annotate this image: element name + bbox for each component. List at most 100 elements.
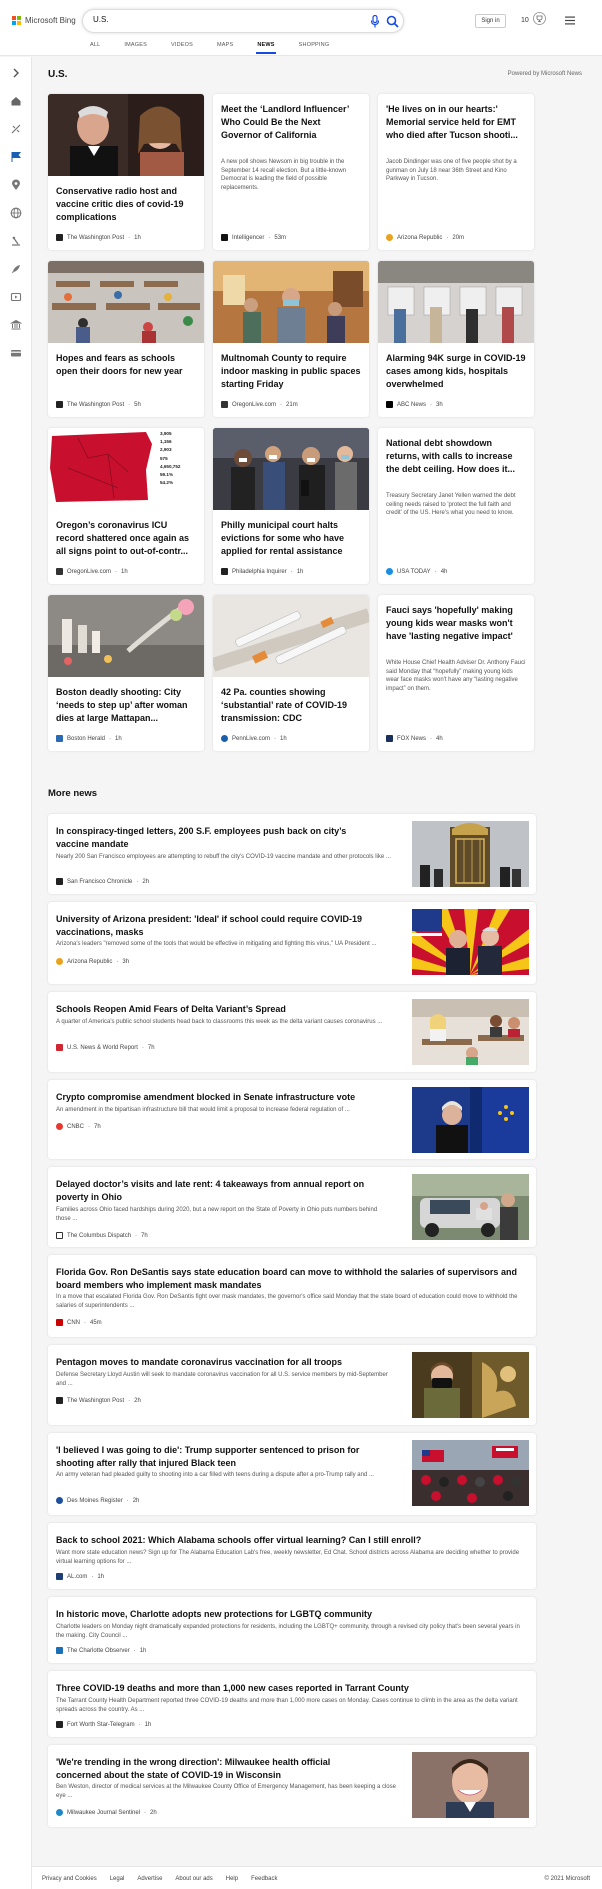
news-title[interactable]: Back to school 2021: Which Alabama schoo… — [56, 1534, 526, 1547]
card-title[interactable]: Meet the ‘Landlord Influencer’ Who Could… — [221, 103, 361, 142]
powered-by-label[interactable]: Powered by Microsoft News — [508, 71, 582, 77]
news-title[interactable]: University of Arizona president: 'Ideal'… — [56, 913, 396, 939]
science-icon[interactable] — [10, 235, 22, 247]
source-name: Des Moines Register — [67, 1497, 123, 1504]
news-card[interactable]: Multnomah County to require indoor maski… — [213, 261, 369, 417]
footer-link-advertise[interactable]: Advertise — [137, 1876, 162, 1882]
card-title[interactable]: Oregon’s coronavirus ICU record shattere… — [56, 519, 196, 558]
footer-link-legal[interactable]: Legal — [110, 1876, 125, 1882]
news-card[interactable]: Boston deadly shooting: City ‘needs to s… — [48, 595, 204, 751]
card-title[interactable]: Multnomah County to require indoor maski… — [221, 352, 361, 391]
source-name: The Washington Post — [67, 1397, 125, 1404]
expand-chevron-icon[interactable] — [10, 67, 22, 79]
news-title[interactable]: Three COVID-19 deaths and more than 1,00… — [56, 1682, 526, 1695]
news-card[interactable]: 42 Pa. counties showing ‘substantial’ ra… — [213, 595, 369, 751]
card-time: 5h — [134, 401, 141, 408]
news-list-item[interactable]: Crypto compromise amendment blocked in S… — [48, 1080, 536, 1159]
tab-images[interactable]: IMAGES — [124, 42, 147, 48]
news-title[interactable]: Schools Reopen Amid Fears of Delta Varia… — [56, 1003, 396, 1016]
source-logo-icon — [386, 568, 393, 575]
hamburger-menu-icon[interactable] — [565, 16, 575, 25]
sidebar — [0, 57, 32, 1889]
news-title[interactable]: In conspiracy-tinged letters, 200 S.F. e… — [56, 825, 376, 851]
news-card[interactable]: 3,905 1,156 2,903 575 4,650,752 59.1% 54… — [48, 428, 204, 584]
rewards-points[interactable]: 10 — [521, 17, 529, 24]
discover-icon[interactable] — [10, 123, 22, 135]
card-title[interactable]: Philly municipal court halts evictions f… — [221, 519, 361, 558]
money-icon[interactable] — [10, 319, 22, 331]
globe-icon[interactable] — [10, 207, 22, 219]
footer-link-feedback[interactable]: Feedback — [251, 1876, 277, 1882]
search-icon[interactable] — [386, 15, 399, 28]
news-list-item[interactable]: 'I believed I was going to die': Trump s… — [48, 1433, 536, 1515]
card-title[interactable]: 'He lives on in our hearts:' Memorial se… — [386, 103, 526, 142]
source-logo-icon — [56, 1232, 63, 1239]
news-card[interactable]: Meet the ‘Landlord Influencer’ Who Could… — [213, 94, 369, 250]
footer-link-privacy[interactable]: Privacy and Cookies — [42, 1876, 97, 1882]
news-list-item[interactable]: Florida Gov. Ron DeSantis says state edu… — [48, 1255, 536, 1337]
microphone-icon[interactable] — [370, 15, 380, 28]
card-title[interactable]: 42 Pa. counties showing ‘substantial’ ra… — [221, 686, 361, 725]
search-box[interactable] — [82, 9, 404, 33]
flag-icon[interactable] — [10, 151, 22, 163]
card-icon[interactable] — [10, 347, 22, 359]
source-logo-icon — [386, 401, 393, 408]
card-title[interactable]: Conservative radio host and vaccine crit… — [56, 185, 196, 224]
source-name: Philadelphia Inquirer — [232, 568, 287, 575]
news-list-item[interactable]: Pentagon moves to mandate coronavirus va… — [48, 1345, 536, 1425]
news-list-item[interactable]: Three COVID-19 deaths and more than 1,00… — [48, 1671, 536, 1737]
news-time: 7h — [147, 1044, 155, 1051]
rewards-trophy-icon[interactable] — [533, 12, 546, 25]
news-list-item[interactable]: Delayed doctor’s visits and late rent: 4… — [48, 1167, 536, 1247]
news-title[interactable]: In historic move, Charlotte adopts new p… — [56, 1608, 526, 1621]
footer-link-help[interactable]: Help — [226, 1876, 238, 1882]
news-title[interactable]: Pentagon moves to mandate coronavirus va… — [56, 1356, 396, 1369]
logo-text: Microsoft Bing — [25, 16, 76, 25]
footer-links: Privacy and Cookies Legal Advertise Abou… — [42, 1876, 277, 1882]
news-card[interactable]: 'He lives on in our hearts:' Memorial se… — [378, 94, 534, 250]
card-title[interactable]: Boston deadly shooting: City ‘needs to s… — [56, 686, 196, 725]
news-thumbnail — [412, 821, 529, 887]
news-title[interactable]: 'We're trending in the wrong direction':… — [56, 1756, 376, 1782]
footer-link-about-ads[interactable]: About our ads — [175, 1876, 212, 1882]
tab-shopping[interactable]: SHOPPING — [299, 42, 330, 48]
news-card[interactable]: Fauci says 'hopefully' making young kids… — [378, 595, 534, 751]
source-name: ABC News — [397, 401, 427, 408]
news-list-item[interactable]: In historic move, Charlotte adopts new p… — [48, 1597, 536, 1663]
news-card[interactable]: Conservative radio host and vaccine crit… — [48, 94, 204, 250]
tab-news[interactable]: NEWS — [256, 42, 277, 54]
news-time: 2h — [134, 1397, 141, 1404]
news-title[interactable]: Florida Gov. Ron DeSantis says state edu… — [56, 1266, 526, 1292]
news-title[interactable]: 'I believed I was going to die': Trump s… — [56, 1444, 396, 1470]
news-card[interactable]: Philly municipal court halts evictions f… — [213, 428, 369, 584]
tab-maps[interactable]: MAPS — [217, 42, 233, 48]
news-list-item[interactable]: University of Arizona president: 'Ideal'… — [48, 902, 536, 984]
rocket-icon[interactable] — [10, 263, 22, 275]
bing-logo[interactable]: Microsoft Bing — [12, 16, 76, 25]
header: Microsoft Bing Sign in 10 ALL IMAGES VID… — [0, 0, 602, 56]
news-card[interactable]: Alarming 94K surge in COVID-19 cases amo… — [378, 261, 534, 417]
search-input[interactable] — [93, 15, 353, 24]
more-news-heading: More news — [48, 788, 98, 799]
source-logo-icon — [221, 234, 228, 241]
tab-all[interactable]: ALL — [90, 42, 100, 48]
tab-videos[interactable]: VIDEOS — [171, 42, 193, 48]
card-title[interactable]: National debt showdown returns, with cal… — [386, 437, 526, 476]
news-title[interactable]: Crypto compromise amendment blocked in S… — [56, 1091, 396, 1104]
news-card[interactable]: National debt showdown returns, with cal… — [378, 428, 534, 584]
sign-in-button[interactable]: Sign in — [475, 14, 506, 28]
home-icon[interactable] — [10, 95, 22, 107]
card-title[interactable]: Fauci says 'hopefully' making young kids… — [386, 604, 526, 643]
news-list-item[interactable]: 'We're trending in the wrong direction':… — [48, 1745, 536, 1827]
news-list-item[interactable]: Schools Reopen Amid Fears of Delta Varia… — [48, 992, 536, 1072]
card-title[interactable]: Hopes and fears as schools open their do… — [56, 352, 196, 378]
location-pin-icon[interactable] — [10, 179, 22, 191]
news-title[interactable]: Delayed doctor’s visits and late rent: 4… — [56, 1178, 396, 1204]
source-logo-icon — [56, 735, 63, 742]
news-list-item[interactable]: In conspiracy-tinged letters, 200 S.F. e… — [48, 814, 536, 894]
card-source: FOX News · 4h — [386, 735, 443, 742]
news-list-item[interactable]: Back to school 2021: Which Alabama schoo… — [48, 1523, 536, 1589]
card-title[interactable]: Alarming 94K surge in COVID-19 cases amo… — [386, 352, 526, 391]
video-icon[interactable] — [10, 291, 22, 303]
news-card[interactable]: Hopes and fears as schools open their do… — [48, 261, 204, 417]
